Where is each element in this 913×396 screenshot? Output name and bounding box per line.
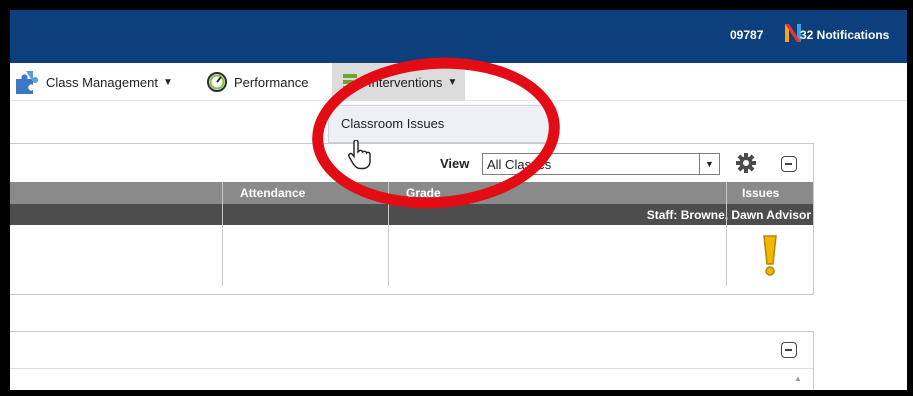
nav-bar: Class Management ▼ Performance Intervent… bbox=[10, 63, 907, 101]
chevron-down-icon: ▼ bbox=[699, 154, 719, 174]
nav-class-management-label: Class Management bbox=[46, 74, 158, 90]
puzzle-icon bbox=[16, 71, 39, 94]
account-id: 09787 bbox=[730, 28, 764, 42]
table-row bbox=[10, 225, 813, 286]
class-panel: View All Classes ▼ Attendance Grade Issu… bbox=[10, 143, 814, 295]
scroll-up-arrow-icon[interactable]: ▲ bbox=[794, 374, 802, 383]
column-divider bbox=[222, 182, 223, 286]
column-grade[interactable]: Grade bbox=[406, 186, 441, 200]
column-issues[interactable]: Issues bbox=[742, 186, 779, 200]
exclamation-icon[interactable] bbox=[762, 234, 778, 276]
panel-divider bbox=[10, 368, 813, 369]
caret-down-icon: ▼ bbox=[447, 76, 458, 88]
menu-item-classroom-issues[interactable]: Classroom Issues bbox=[341, 116, 444, 131]
staff-group-row: Staff: Browne, Dawn Advisor bbox=[10, 204, 813, 225]
gear-icon[interactable] bbox=[736, 153, 756, 173]
nav-interventions[interactable]: Interventions ▼ bbox=[332, 63, 466, 101]
view-label: View bbox=[440, 156, 470, 171]
nav-performance[interactable]: Performance bbox=[206, 63, 308, 101]
nav-class-management[interactable]: Class Management ▼ bbox=[14, 63, 173, 101]
staff-group-label: Staff: Browne, Dawn Advisor bbox=[646, 208, 811, 222]
top-bar: 09787 32 Notifications bbox=[10, 10, 907, 63]
column-divider bbox=[388, 182, 389, 286]
notifications-link[interactable]: 32 Notifications bbox=[800, 28, 889, 42]
interventions-icon bbox=[343, 74, 357, 90]
interventions-dropdown: Classroom Issues bbox=[328, 105, 554, 143]
gauge-icon bbox=[207, 72, 227, 92]
second-panel: ▲ bbox=[10, 331, 814, 390]
column-attendance[interactable]: Attendance bbox=[240, 186, 305, 200]
column-divider bbox=[726, 182, 727, 286]
nav-performance-label: Performance bbox=[234, 74, 309, 90]
table-header: Attendance Grade Issues bbox=[10, 182, 813, 204]
collapse-panel-button[interactable] bbox=[781, 156, 797, 172]
view-select-value: All Classes bbox=[487, 157, 552, 172]
browser-frame: 09787 32 Notifications Class Management … bbox=[10, 10, 907, 390]
panel-header: View All Classes ▼ bbox=[10, 144, 813, 182]
caret-down-icon: ▼ bbox=[163, 76, 173, 88]
hand-cursor-icon bbox=[348, 140, 371, 170]
view-select[interactable]: All Classes ▼ bbox=[482, 153, 720, 175]
collapse-panel-button[interactable] bbox=[781, 342, 797, 358]
nav-interventions-label: Interventions bbox=[368, 74, 443, 90]
